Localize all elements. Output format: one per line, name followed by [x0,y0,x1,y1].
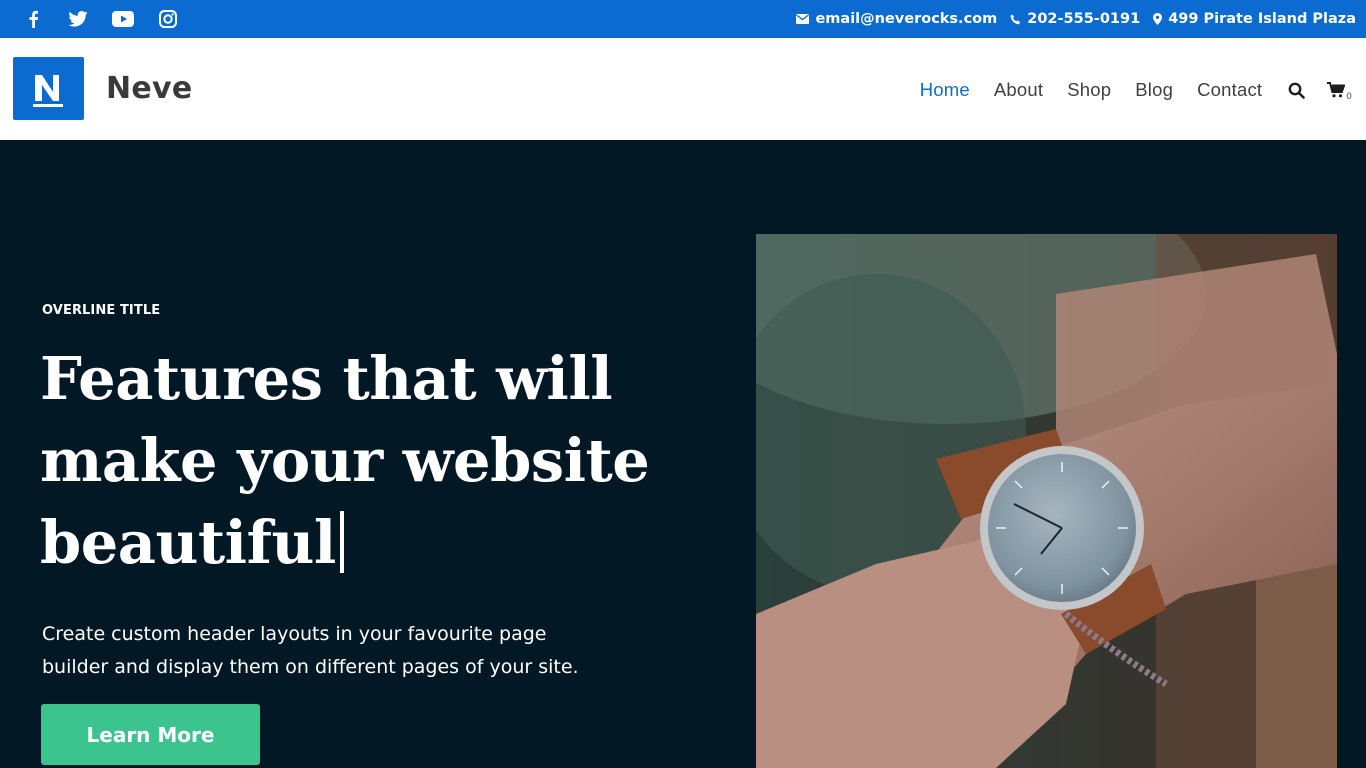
hero-subtitle-line-1: Create custom header layouts in your fav… [42,623,547,645]
address-contact[interactable]: 499 Pirate Island Plaza [1153,11,1356,27]
hero-title-line-2: make your website [40,426,650,495]
site-logo[interactable] [13,57,84,120]
logo-icon [33,75,63,107]
youtube-icon[interactable] [112,8,134,30]
phone-text: 202-555-0191 [1027,11,1141,27]
site-brand[interactable]: Neve [106,71,193,106]
envelope-icon [796,14,810,24]
wristwatch-photo [756,234,1337,768]
address-text: 499 Pirate Island Plaza [1168,11,1356,27]
overline-title: OVERLINE TITLE [42,303,161,318]
facebook-icon[interactable] [22,8,44,30]
hero-image [756,234,1337,768]
nav-about[interactable]: About [994,79,1043,101]
phone-icon [1010,13,1021,24]
instagram-icon[interactable] [157,8,179,30]
hero-title-line-1: Features that will [40,344,613,413]
contact-info: email@neverocks.com 202-555-0191 499 Pir… [783,0,1356,38]
cart-button[interactable]: 0 [1327,82,1352,102]
phone-contact[interactable]: 202-555-0191 [1010,11,1140,27]
map-pin-icon [1153,13,1163,25]
social-links [22,0,202,38]
search-icon[interactable] [1288,82,1306,99]
nav-contact[interactable]: Contact [1197,79,1262,101]
site-header: Neve Home About Shop Blog Contact 0 [0,38,1366,140]
hero-subtitle-line-2: builder and display them on different pa… [42,656,579,678]
learn-more-button[interactable]: Learn More [41,704,260,765]
top-bar: email@neverocks.com 202-555-0191 499 Pir… [0,0,1366,38]
hero-title: Features that will make your website beaut… [40,338,720,584]
nav-shop[interactable]: Shop [1067,79,1111,101]
email-text: email@neverocks.com [815,11,998,27]
nav-blog[interactable]: Blog [1135,79,1173,101]
hero-subtitle: Create custom header layouts in your fav… [42,618,702,684]
cart-icon [1327,82,1346,98]
nav-home[interactable]: Home [920,79,970,101]
twitter-icon[interactable] [67,8,89,30]
email-contact[interactable]: email@neverocks.com [796,11,997,27]
hero-title-line-3: beautiful [40,508,336,577]
typing-caret [339,511,344,573]
main-nav: Home About Shop Blog Contact 0 [896,76,1352,104]
cart-count: 0 [1346,92,1352,102]
